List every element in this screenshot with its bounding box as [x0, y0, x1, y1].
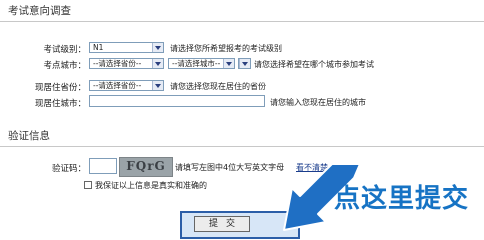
residence-city-label: 现居住城市： — [34, 99, 86, 109]
exam-province-select[interactable]: --请选择省份-- — [89, 58, 164, 69]
chevron-down-icon — [152, 43, 163, 52]
residence-province-hint: 请您选择您现在居住的省份 — [170, 82, 266, 91]
captcha-image[interactable]: FQrG — [119, 157, 173, 177]
verify-section-title: 验证信息 — [8, 130, 50, 142]
chevron-down-icon — [152, 81, 163, 90]
level-hint: 请选择您所希望报考的考试级别 — [170, 44, 282, 53]
annotation-text: 点这里提交 — [334, 184, 470, 214]
exam-venue-select[interactable] — [238, 58, 251, 69]
exam-survey-section-title: 考试意向调查 — [8, 5, 71, 17]
section-divider — [0, 21, 484, 22]
confirm-label: 我保证以上信息是真实和准确的 — [95, 181, 207, 190]
exam-city-select[interactable]: --请选择城市-- — [168, 58, 235, 69]
residence-province-label: 现居住省份： — [34, 83, 86, 93]
residence-city-input[interactable] — [89, 95, 265, 107]
chevron-down-icon — [223, 59, 234, 68]
residence-city-hint: 请您输入您现在居住的城市 — [270, 98, 366, 107]
confirm-checkbox[interactable] — [84, 181, 92, 189]
captcha-input[interactable] — [89, 158, 117, 174]
exam-city-hint: 请您选择希望在哪个城市参加考试 — [254, 60, 374, 69]
chevron-down-icon — [239, 59, 250, 68]
chevron-down-icon — [152, 59, 163, 68]
level-label: 考试级别： — [43, 45, 86, 55]
exam-city-label: 考点城市： — [43, 61, 86, 71]
captcha-label: 验证码： — [51, 164, 86, 174]
level-select[interactable]: N1 — [89, 42, 164, 53]
submit-button[interactable]: 提交 — [194, 216, 250, 232]
residence-province-select[interactable]: --请选择省份-- — [89, 80, 164, 91]
section-divider — [0, 146, 484, 147]
